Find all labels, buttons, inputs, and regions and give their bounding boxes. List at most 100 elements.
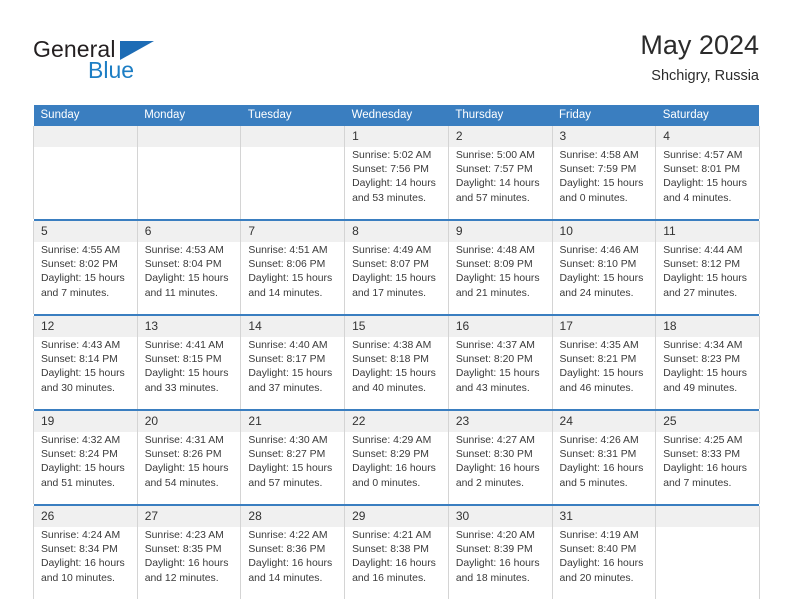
day-cell[interactable]: Sunrise: 4:44 AM Sunset: 8:12 PM Daylight:…: [655, 242, 760, 314]
day-info-line: Sunrise: 4:38 AM: [352, 340, 432, 351]
day-number[interactable]: 28: [240, 506, 346, 527]
day-number[interactable]: 10: [551, 221, 657, 242]
day-number[interactable]: 14: [240, 316, 346, 337]
day-number[interactable]: 26: [33, 506, 138, 527]
day-number[interactable]: 25: [655, 411, 760, 432]
day-cell[interactable]: Sunrise: 4:55 AM Sunset: 8:02 PM Daylight:…: [33, 242, 138, 314]
day-cell[interactable]: Sunrise: 4:46 AM Sunset: 8:10 PM Daylight:…: [551, 242, 657, 314]
week-detail-row: Sunrise: 5:02 AM Sunset: 7:56 PM Daylight:…: [33, 147, 760, 219]
day-cell[interactable]: Sunrise: 4:21 AM Sunset: 8:38 PM Daylight:…: [344, 527, 449, 599]
day-info-line: Sunrise: 4:55 AM: [41, 245, 121, 256]
day-info-line: and 4 minutes.: [663, 192, 732, 204]
day-cell[interactable]: Sunrise: 4:53 AM Sunset: 8:04 PM Daylight:…: [136, 242, 242, 314]
day-cell[interactable]: Sunrise: 4:57 AM Sunset: 8:01 PM Daylight:…: [655, 147, 760, 219]
day-cell[interactable]: Sunrise: 4:58 AM Sunset: 7:59 PM Daylight:…: [551, 147, 657, 219]
day-cell[interactable]: Sunrise: 5:00 AM Sunset: 7:57 PM Daylight:…: [447, 147, 553, 219]
day-cell[interactable]: Sunrise: 4:51 AM Sunset: 8:06 PM Daylight:…: [240, 242, 346, 314]
day-number[interactable]: 20: [136, 411, 242, 432]
day-cell[interactable]: Sunrise: 4:40 AM Sunset: 8:17 PM Daylight:…: [240, 337, 346, 409]
day-number-empty: [33, 126, 138, 147]
day-number[interactable]: 18: [655, 316, 760, 337]
day-number[interactable]: 8: [344, 221, 449, 242]
day-cell[interactable]: Sunrise: 4:32 AM Sunset: 8:24 PM Daylight:…: [33, 432, 138, 504]
weekday-header: Friday: [552, 105, 656, 126]
day-info-line: Sunset: 8:06 PM: [248, 259, 326, 271]
day-number[interactable]: 17: [551, 316, 657, 337]
day-cell[interactable]: Sunrise: 4:25 AM Sunset: 8:33 PM Daylight:…: [655, 432, 760, 504]
day-cell[interactable]: Sunrise: 4:38 AM Sunset: 8:18 PM Daylight:…: [344, 337, 449, 409]
day-info-line: Sunrise: 4:37 AM: [455, 340, 535, 351]
day-info-line: Daylight: 15 hours: [248, 368, 333, 380]
day-cell[interactable]: Sunrise: 4:20 AM Sunset: 8:39 PM Daylight:…: [447, 527, 553, 599]
day-info-line: Sunrise: 4:58 AM: [559, 150, 639, 161]
day-info-line: Sunrise: 4:24 AM: [41, 530, 121, 541]
day-number[interactable]: 1: [344, 126, 449, 147]
day-cell[interactable]: Sunrise: 4:31 AM Sunset: 8:26 PM Daylight:…: [136, 432, 242, 504]
day-info-line: and 27 minutes.: [663, 287, 738, 299]
day-number[interactable]: 3: [551, 126, 657, 147]
day-info-line: Sunrise: 4:53 AM: [144, 245, 224, 256]
day-info-line: Sunset: 8:21 PM: [559, 354, 637, 366]
day-cell[interactable]: Sunrise: 4:29 AM Sunset: 8:29 PM Daylight:…: [344, 432, 449, 504]
day-number[interactable]: 21: [240, 411, 346, 432]
day-number[interactable]: 16: [447, 316, 553, 337]
day-cell[interactable]: Sunrise: 4:34 AM Sunset: 8:23 PM Daylight:…: [655, 337, 760, 409]
day-info-line: and 2 minutes.: [455, 477, 524, 489]
day-cell[interactable]: Sunrise: 4:24 AM Sunset: 8:34 PM Daylight:…: [33, 527, 138, 599]
weekday-header: Thursday: [448, 105, 553, 126]
day-info-line: Sunrise: 5:02 AM: [352, 150, 432, 161]
day-cell[interactable]: Sunrise: 4:26 AM Sunset: 8:31 PM Daylight:…: [551, 432, 657, 504]
day-number[interactable]: 23: [447, 411, 553, 432]
day-info-line: Daylight: 15 hours: [455, 273, 540, 285]
day-info-line: and 16 minutes.: [352, 572, 427, 584]
day-number[interactable]: 12: [33, 316, 138, 337]
day-info-line: Daylight: 15 hours: [559, 273, 644, 285]
day-cell[interactable]: Sunrise: 4:41 AM Sunset: 8:15 PM Daylight:…: [136, 337, 242, 409]
day-number[interactable]: 27: [136, 506, 242, 527]
day-info-line: Sunrise: 4:32 AM: [41, 435, 121, 446]
day-info-line: Sunrise: 4:26 AM: [559, 435, 639, 446]
day-number[interactable]: 2: [447, 126, 553, 147]
day-cell[interactable]: Sunrise: 4:37 AM Sunset: 8:20 PM Daylight:…: [447, 337, 553, 409]
day-number[interactable]: 5: [33, 221, 138, 242]
day-cell[interactable]: Sunrise: 4:43 AM Sunset: 8:14 PM Daylight:…: [33, 337, 138, 409]
day-info-line: Sunrise: 4:48 AM: [455, 245, 535, 256]
day-number[interactable]: 29: [344, 506, 449, 527]
day-number[interactable]: 15: [344, 316, 449, 337]
day-info-line: and 57 minutes.: [248, 477, 323, 489]
day-number[interactable]: 24: [551, 411, 657, 432]
day-cell[interactable]: Sunrise: 4:48 AM Sunset: 8:09 PM Daylight:…: [447, 242, 553, 314]
day-cell-empty: [240, 147, 346, 219]
day-info-line: Sunset: 8:33 PM: [663, 449, 741, 461]
day-cell[interactable]: Sunrise: 5:02 AM Sunset: 7:56 PM Daylight:…: [344, 147, 449, 219]
day-info-line: Daylight: 16 hours: [248, 558, 333, 570]
day-cell[interactable]: Sunrise: 4:49 AM Sunset: 8:07 PM Daylight:…: [344, 242, 449, 314]
day-info-line: and 7 minutes.: [663, 477, 732, 489]
day-cell[interactable]: Sunrise: 4:22 AM Sunset: 8:36 PM Daylight:…: [240, 527, 346, 599]
day-cell[interactable]: Sunrise: 4:23 AM Sunset: 8:35 PM Daylight:…: [136, 527, 242, 599]
day-info-line: Sunset: 7:59 PM: [559, 164, 637, 176]
day-number[interactable]: 4: [655, 126, 760, 147]
day-number[interactable]: 11: [655, 221, 760, 242]
day-cell[interactable]: Sunrise: 4:30 AM Sunset: 8:27 PM Daylight:…: [240, 432, 346, 504]
day-number[interactable]: 6: [136, 221, 242, 242]
day-cell[interactable]: Sunrise: 4:19 AM Sunset: 8:40 PM Daylight:…: [551, 527, 657, 599]
day-info-line: Sunrise: 4:49 AM: [352, 245, 432, 256]
day-info-line: Sunset: 8:02 PM: [41, 259, 118, 271]
day-number[interactable]: 31: [551, 506, 657, 527]
day-number[interactable]: 9: [447, 221, 553, 242]
day-number[interactable]: 19: [33, 411, 138, 432]
day-number[interactable]: 22: [344, 411, 449, 432]
day-cell[interactable]: Sunrise: 4:35 AM Sunset: 8:21 PM Daylight:…: [551, 337, 657, 409]
day-info-line: Sunrise: 4:21 AM: [352, 530, 432, 541]
day-number[interactable]: 7: [240, 221, 346, 242]
day-info-line: and 40 minutes.: [352, 382, 427, 394]
day-number[interactable]: 30: [447, 506, 553, 527]
day-number[interactable]: 13: [136, 316, 242, 337]
day-info-line: Daylight: 15 hours: [41, 463, 125, 475]
day-info-line: and 18 minutes.: [455, 572, 530, 584]
day-cell[interactable]: Sunrise: 4:27 AM Sunset: 8:30 PM Daylight:…: [447, 432, 553, 504]
day-number-empty: [655, 506, 760, 527]
day-info-line: Sunrise: 4:46 AM: [559, 245, 639, 256]
brand-logo[interactable]: General Blue: [33, 36, 233, 90]
